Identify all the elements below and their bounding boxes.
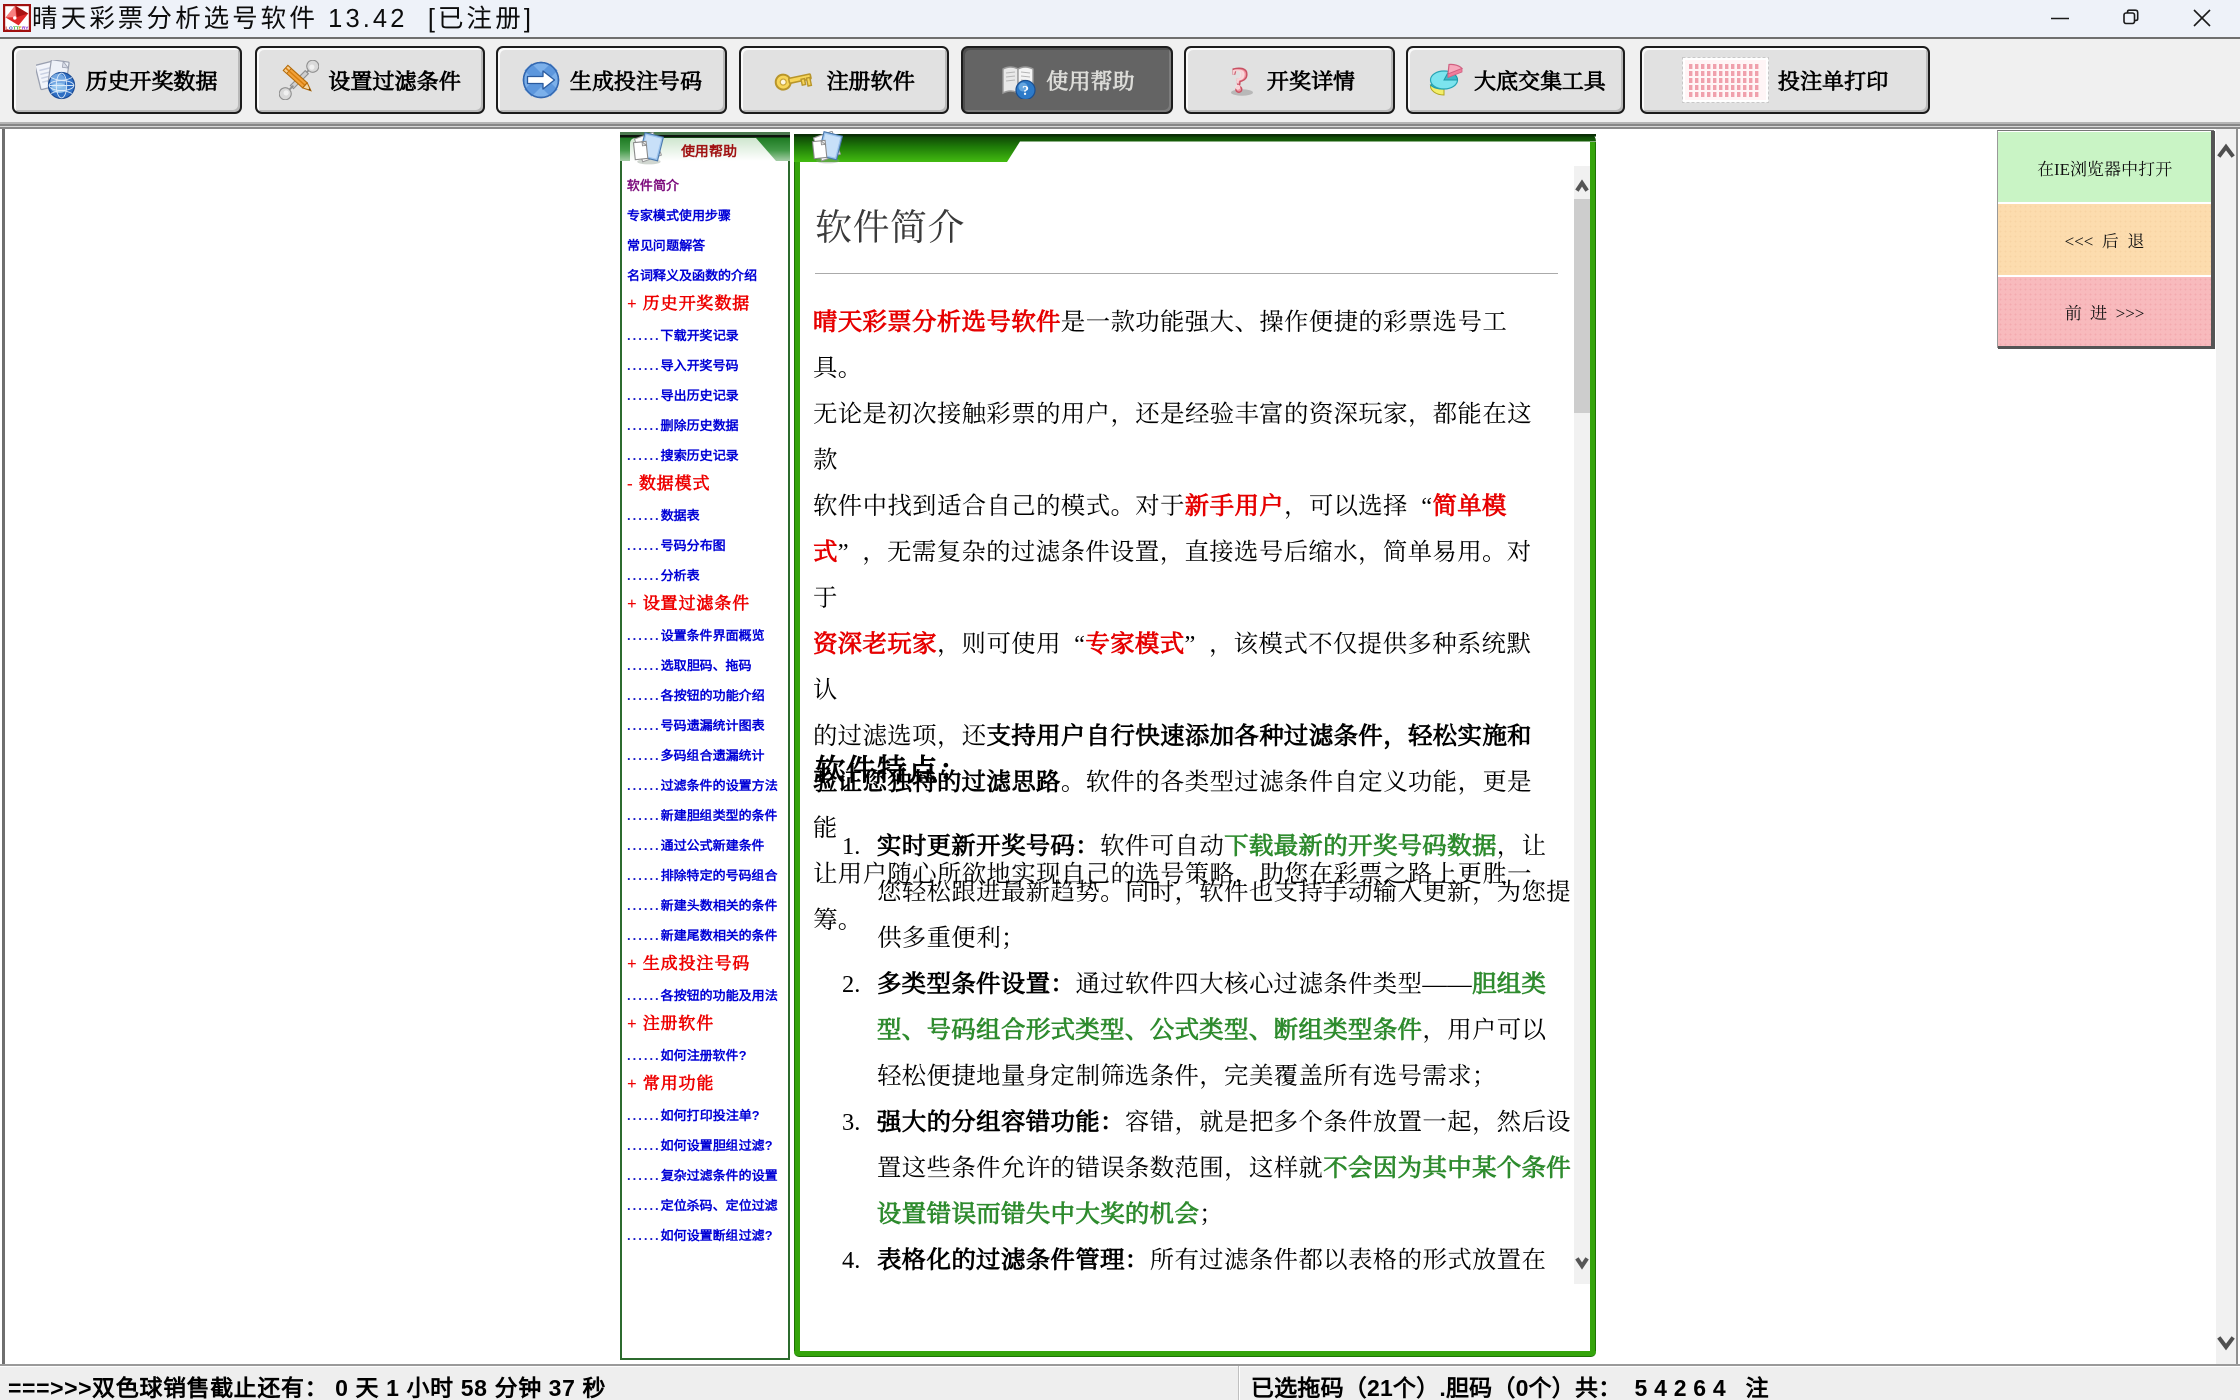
svg-text:?: ? (1231, 63, 1247, 97)
svg-text:RY: RY (22, 26, 29, 32)
svg-text:?: ? (1022, 84, 1029, 99)
